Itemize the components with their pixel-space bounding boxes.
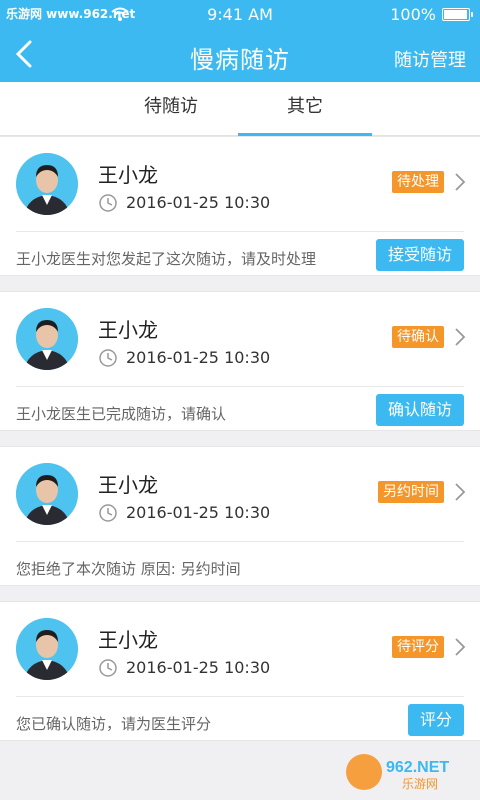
- clock-icon: [99, 659, 117, 677]
- divider: [16, 541, 464, 542]
- chevron-right-icon[interactable]: [454, 481, 466, 503]
- tab-pending[interactable]: 待随访: [104, 82, 238, 136]
- clock-icon: [99, 504, 117, 522]
- avatar: [16, 463, 78, 525]
- chevron-right-icon[interactable]: [454, 636, 466, 658]
- doctor-name: 王小龙: [98, 628, 158, 652]
- status-bar: 乐游网 www.962.net 9:41 AM 100%: [0, 0, 480, 28]
- followup-datetime: 2016-01-25 10:30: [126, 658, 271, 677]
- followup-action-button[interactable]: 评分: [407, 704, 464, 736]
- followup-card[interactable]: 王小龙 2016-01-25 10:30 另约时间 您拒绝了本次随访 原因: 另…: [0, 446, 480, 586]
- clock-icon: [99, 349, 117, 367]
- followup-card[interactable]: 王小龙 2016-01-25 10:30 待评分 您已确认随访，请为医生评分 评…: [0, 601, 480, 741]
- divider: [16, 696, 464, 697]
- followup-manage-button[interactable]: 随访管理: [394, 46, 466, 72]
- status-badge: 待确认: [392, 326, 444, 348]
- doctor-name: 王小龙: [98, 163, 158, 187]
- status-badge: 另约时间: [378, 481, 444, 503]
- followup-datetime: 2016-01-25 10:30: [126, 348, 271, 367]
- doctor-name: 王小龙: [98, 473, 158, 497]
- tab-bar: 待随访 其它: [0, 82, 480, 137]
- followup-message: 您拒绝了本次随访 原因: 另约时间: [16, 560, 241, 578]
- svg-text:962.NET: 962.NET: [386, 759, 449, 776]
- tab-other[interactable]: 其它: [238, 82, 372, 137]
- watermark-logo: 962.NET 乐游网: [346, 754, 449, 791]
- followup-datetime: 2016-01-25 10:30: [126, 503, 271, 522]
- followup-message: 王小龙医生已完成随访，请确认: [16, 405, 227, 423]
- followup-datetime: 2016-01-25 10:30: [126, 193, 271, 212]
- status-badge: 待处理: [392, 171, 444, 193]
- avatar: [16, 153, 78, 215]
- chevron-right-icon[interactable]: [454, 171, 466, 193]
- clock-icon: [99, 194, 117, 212]
- status-badge: 待评分: [392, 636, 444, 658]
- followup-action-button[interactable]: 接受随访: [375, 239, 464, 271]
- chevron-right-icon[interactable]: [454, 326, 466, 348]
- doctor-name: 王小龙: [98, 318, 158, 342]
- followup-card[interactable]: 王小龙 2016-01-25 10:30 待处理 王小龙医生对您发起了这次随访，…: [0, 136, 480, 276]
- avatar: [16, 618, 78, 680]
- followup-card[interactable]: 王小龙 2016-01-25 10:30 待确认 王小龙医生已完成随访，请确认 …: [0, 291, 480, 431]
- followup-message: 您已确认随访，请为医生评分: [16, 715, 212, 733]
- avatar: [16, 308, 78, 370]
- svg-text:乐游网: 乐游网: [402, 777, 438, 791]
- divider: [16, 231, 464, 232]
- battery-icon: [442, 8, 473, 21]
- divider: [16, 386, 464, 387]
- followup-action-button[interactable]: 确认随访: [375, 394, 464, 426]
- battery-percent: 100%: [390, 5, 436, 24]
- app-header: 乐游网 www.962.net 9:41 AM 100% 慢病随访 随访管理: [0, 0, 480, 82]
- followup-message: 王小龙医生对您发起了这次随访，请及时处理: [16, 250, 317, 268]
- nav-bar: 慢病随访 随访管理: [0, 28, 480, 82]
